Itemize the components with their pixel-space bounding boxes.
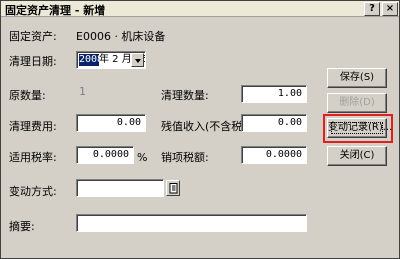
help-button[interactable]: ? <box>364 2 380 16</box>
close-window-button[interactable]: × <box>382 2 398 16</box>
close-button[interactable]: 关闭(C) <box>327 146 387 166</box>
summary-input[interactable] <box>76 214 307 232</box>
change-method-lookup-button[interactable] <box>166 180 180 196</box>
clear-date-label: 清理日期: <box>9 55 57 68</box>
change-method-label: 变动方式: <box>9 185 57 198</box>
date-year-selection: 2008 <box>79 54 104 66</box>
chevron-down-icon[interactable] <box>131 53 144 67</box>
title-bar: 固定资产清理 - 新增 ? × <box>1 1 399 17</box>
window-title: 固定资产清理 - 新增 <box>5 4 106 17</box>
clear-cost-input[interactable]: 0.00 <box>76 114 146 132</box>
original-qty-value: 1 <box>79 85 86 98</box>
sales-tax-label: 销项税额: <box>161 151 209 164</box>
delete-button[interactable]: 删除(D) <box>327 93 387 113</box>
clear-cost-label: 清理费用: <box>9 120 57 133</box>
save-button[interactable]: 保存(S) <box>327 68 387 88</box>
tax-rate-unit: % <box>137 151 148 164</box>
residual-income-label: 残值收入(不含税): <box>161 120 251 133</box>
asset-label: 固定资产: <box>9 30 57 43</box>
clear-date-picker[interactable]: 2008 年 2 月 25 <box>76 51 146 69</box>
change-method-input[interactable] <box>76 179 164 197</box>
residual-income-input[interactable]: 0.00 <box>241 114 307 132</box>
focus-indicator <box>331 122 383 134</box>
clear-qty-input[interactable]: 1.00 <box>241 85 307 103</box>
tax-rate-label: 适用税率: <box>9 151 57 164</box>
summary-label: 摘要: <box>9 220 35 233</box>
change-record-button[interactable]: 变动记录(R)... <box>327 118 392 138</box>
original-qty-label: 原数量: <box>9 89 46 102</box>
asset-value: E0006 · 机床设备 <box>76 30 166 43</box>
tax-rate-input[interactable]: 0.0000 <box>76 146 134 164</box>
dialog-window: 固定资产清理 - 新增 ? × 固定资产: E0006 · 机床设备 清理日期:… <box>0 0 400 259</box>
document-icon <box>169 183 178 194</box>
sales-tax-input[interactable]: 0.0000 <box>241 146 307 164</box>
clear-qty-label: 清理数量: <box>161 89 209 102</box>
